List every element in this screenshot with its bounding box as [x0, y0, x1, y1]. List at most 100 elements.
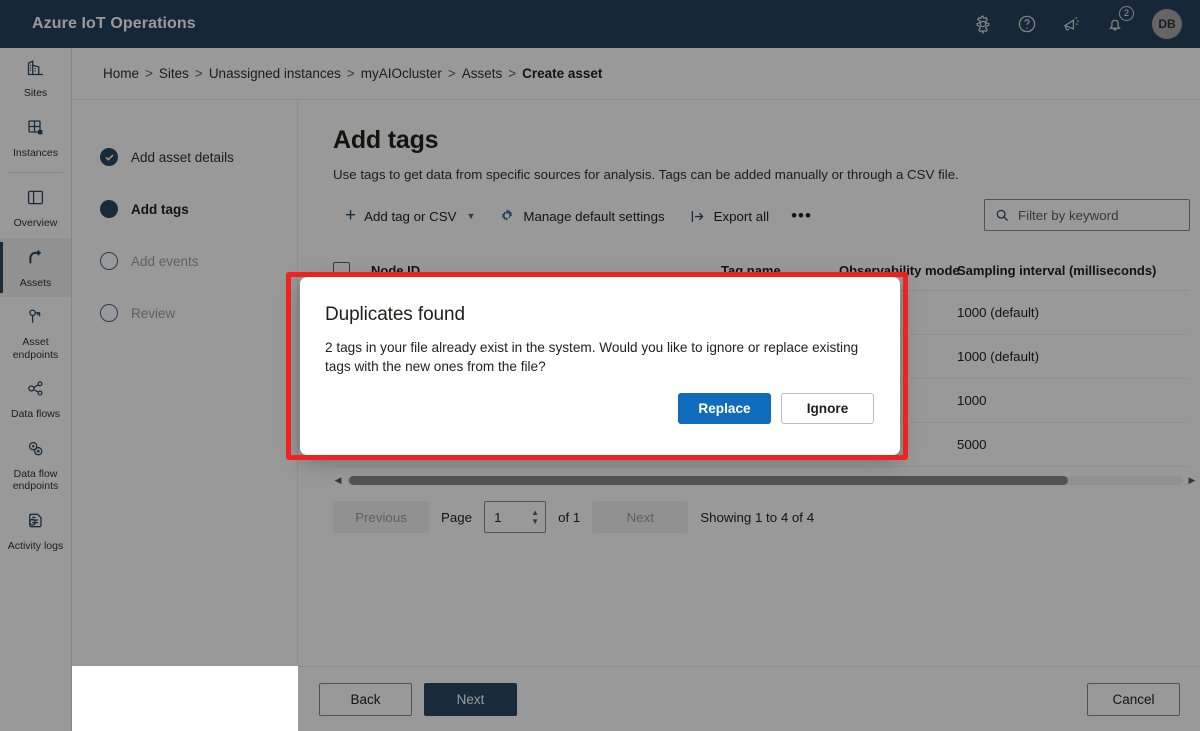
cell-sampling-interval: 1000 (default): [957, 334, 1189, 379]
empty-circle-icon: [100, 304, 118, 322]
sidebar-item-label: Data flows: [10, 408, 61, 420]
dialog-title: Duplicates found: [325, 304, 465, 325]
more-options-button[interactable]: •••: [781, 200, 822, 232]
add-tag-or-csv-label: Add tag or CSV: [364, 208, 457, 224]
sidebar-item-label: Data flow endpoints: [12, 467, 59, 493]
wizard-footer: Back Next Cancel: [298, 666, 1200, 731]
app-window: Azure IoT Operations 2 DB Sites Instance…: [0, 0, 1200, 731]
data-flows-icon: [25, 378, 46, 404]
sidebar-item-instances[interactable]: Instances: [0, 108, 71, 168]
sidebar-divider: [8, 172, 63, 173]
page-number-stepper[interactable]: 1 ▲ ▼: [484, 501, 547, 533]
overview-icon: [25, 187, 46, 213]
header-actions: 2 DB: [972, 6, 1200, 39]
breadcrumb-item-current: Create asset: [522, 66, 603, 81]
export-icon: [689, 208, 706, 225]
sidebar-item-sites[interactable]: Sites: [0, 48, 71, 108]
sidebar-item-data-flows[interactable]: Data flows: [0, 369, 71, 429]
help-icon[interactable]: [1016, 13, 1038, 35]
manage-default-settings-button[interactable]: Manage default settings: [487, 200, 676, 232]
sidebar-item-assets[interactable]: Assets: [0, 237, 71, 297]
notification-badge: 2: [1119, 6, 1134, 21]
breadcrumb-item-cluster[interactable]: myAIOcluster: [361, 66, 442, 81]
avatar[interactable]: DB: [1152, 9, 1182, 39]
breadcrumb: Home > Sites > Unassigned instances > myAIOclu…: [103, 66, 602, 81]
cell-sampling-interval: 1000: [957, 378, 1189, 423]
plus-icon: +: [345, 205, 357, 226]
breadcrumb-bar: Home > Sites > Unassigned instances > myAIOclu…: [72, 48, 1200, 100]
wizard-step-add-tags[interactable]: Add tags: [72, 183, 297, 235]
scroll-left-icon[interactable]: ◀: [333, 475, 343, 486]
scroll-right-icon[interactable]: ▶: [1187, 475, 1197, 486]
dialog-actions: Replace Ignore: [325, 393, 874, 424]
sidebar-item-label: Assets: [19, 276, 52, 289]
sidebar-item-activity-logs[interactable]: Activity logs: [0, 501, 71, 561]
page-label: Page: [441, 509, 473, 525]
table-toolbar: + Add tag or CSV ▼ Manage default settin…: [333, 199, 1200, 233]
search-input[interactable]: [1018, 207, 1179, 223]
sidebar: Sites Instances Overview Assets Asset en…: [0, 48, 72, 731]
export-all-button[interactable]: Export all: [677, 200, 781, 232]
empty-circle-icon: [100, 252, 118, 270]
replace-button[interactable]: Replace: [678, 393, 771, 424]
cell-sampling-interval: 1000 (default): [957, 290, 1189, 335]
data-flow-endpoints-icon: [25, 438, 46, 464]
page-number-value[interactable]: 1: [485, 510, 528, 525]
duplicates-found-dialog: Duplicates found 2 tags in your file alr…: [300, 277, 900, 455]
column-header-sampling-interval[interactable]: Sampling interval (milliseconds): [957, 252, 1189, 291]
sidebar-item-data-flow-endpoints[interactable]: Data flow endpoints: [0, 429, 71, 501]
cell-sampling-interval: 5000: [957, 422, 1189, 467]
instances-icon: [25, 117, 46, 143]
wizard-step-label: Add tags: [131, 201, 189, 217]
back-button[interactable]: Back: [319, 682, 412, 716]
app-title: Azure IoT Operations: [32, 15, 196, 32]
activity-logs-icon: [25, 510, 46, 536]
breadcrumb-item-assets[interactable]: Assets: [462, 66, 503, 81]
horizontal-scrollbar[interactable]: ◀ ▶: [333, 473, 1197, 487]
wizard-step-label: Add events: [131, 253, 199, 269]
search-box[interactable]: [984, 199, 1190, 231]
sidebar-item-overview[interactable]: Overview: [0, 178, 71, 238]
sites-icon: [25, 57, 46, 83]
breadcrumb-item-unassigned-instances[interactable]: Unassigned instances: [209, 66, 341, 81]
wizard-step-add-asset-details[interactable]: Add asset details: [72, 131, 297, 183]
scrollbar-track[interactable]: [347, 475, 1183, 485]
stepper-arrows[interactable]: ▲ ▼: [528, 508, 545, 526]
stepper-down-icon[interactable]: ▼: [531, 517, 539, 526]
scrollbar-thumb[interactable]: [349, 475, 1068, 485]
ignore-button[interactable]: Ignore: [781, 393, 874, 424]
breadcrumb-item-sites[interactable]: Sites: [159, 66, 189, 81]
breadcrumb-item-home[interactable]: Home: [103, 66, 139, 81]
filled-circle-icon: [100, 200, 118, 218]
sidebar-item-label: Activity logs: [7, 539, 64, 552]
stepper-up-icon[interactable]: ▲: [531, 508, 539, 517]
previous-page-button[interactable]: Previous: [333, 501, 429, 533]
cancel-button[interactable]: Cancel: [1087, 682, 1180, 716]
feedback-icon[interactable]: [1060, 13, 1082, 35]
page-title: Add tags: [333, 126, 439, 154]
app-header: Azure IoT Operations 2 DB: [0, 0, 1200, 48]
gear-icon[interactable]: [972, 13, 994, 35]
breadcrumb-separator: >: [145, 66, 153, 81]
next-page-button[interactable]: Next: [592, 501, 689, 533]
wizard-step-add-events[interactable]: Add events: [72, 235, 297, 287]
gear-icon: [499, 208, 515, 224]
sidebar-item-label: Asset endpoints: [12, 336, 59, 361]
breadcrumb-separator: >: [508, 66, 517, 81]
breadcrumb-separator: >: [194, 66, 203, 81]
sidebar-item-label: Instances: [13, 146, 58, 159]
next-button[interactable]: Next: [424, 682, 517, 716]
wizard-step-review[interactable]: Review: [72, 287, 297, 339]
wizard-step-label: Add asset details: [131, 149, 234, 165]
notifications-bell-icon[interactable]: 2: [1104, 6, 1134, 35]
wizard-step-label: Review: [131, 305, 176, 321]
add-tag-or-csv-button[interactable]: + Add tag or CSV ▼: [333, 200, 487, 232]
wizard-steps: Add asset details Add tags Add events Re…: [72, 100, 298, 666]
sidebar-item-asset-endpoints[interactable]: Asset endpoints: [0, 297, 71, 369]
check-circle-icon: [100, 148, 118, 166]
breadcrumb-separator: >: [447, 66, 456, 81]
page-description: Use tags to get data from specific sourc…: [333, 167, 959, 182]
breadcrumb-separator: >: [346, 66, 355, 81]
sidebar-item-label: Overview: [13, 217, 58, 229]
export-all-label: Export all: [713, 208, 770, 224]
